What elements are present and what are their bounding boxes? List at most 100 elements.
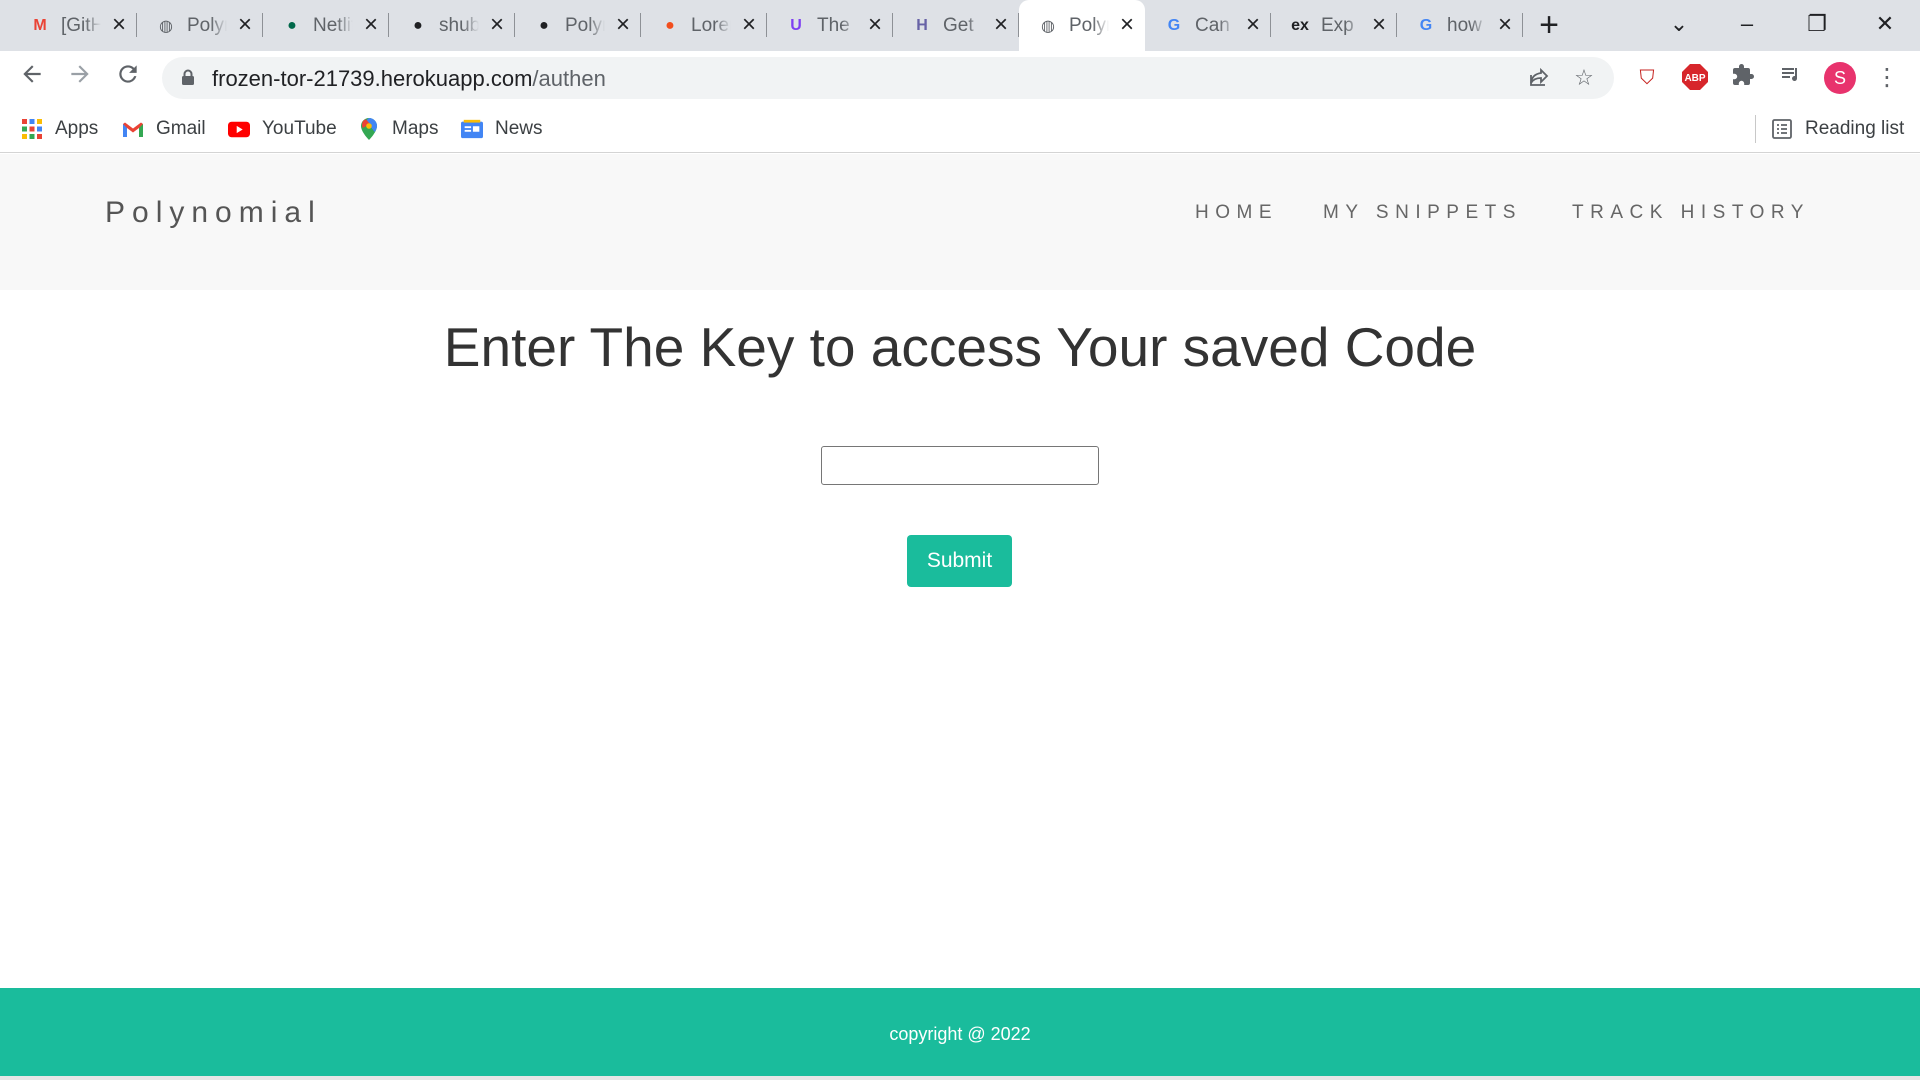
tab-separator (1522, 13, 1523, 37)
tab-close-icon[interactable]: × (1493, 13, 1517, 37)
footer-copyright: copyright @ 2022 (889, 1024, 1031, 1044)
bookmark-star-icon[interactable]: ☆ (1571, 65, 1597, 91)
nav-link-track-history[interactable]: TRACK HISTORY (1572, 202, 1810, 224)
browser-toolbar: frozen-tor-21739.herokuapp.com/authen ☆ … (0, 51, 1920, 105)
tab-title: how (1447, 15, 1487, 37)
google-icon: G (1419, 17, 1433, 34)
browser-tab[interactable]: ● Netlify × (263, 0, 389, 51)
tab-title: Polynomial (565, 15, 605, 37)
close-window-icon[interactable]: ✕ (1865, 8, 1905, 40)
url-host: frozen-tor-21739.herokuapp.com (212, 66, 533, 91)
share-icon[interactable] (1526, 65, 1552, 91)
browser-tab[interactable]: H Get × (893, 0, 1019, 51)
tab-title: [GitHub] (61, 15, 101, 37)
browser-tab[interactable]: Ghow × (1397, 0, 1523, 51)
url-text[interactable]: frozen-tor-21739.herokuapp.com/authen (212, 66, 606, 92)
bookmark-maps[interactable]: Maps (358, 113, 438, 145)
gmail-icon: M (33, 17, 47, 34)
tab-title: Polynomial (187, 15, 227, 37)
more-menu-icon[interactable]: ⋮ (1872, 63, 1902, 93)
bookmarks-divider (1755, 115, 1756, 143)
bookmark-apps[interactable]: Apps (21, 113, 98, 145)
bookmark-label: Apps (55, 118, 99, 139)
browser-tab[interactable]: U The × (767, 0, 893, 51)
youtube-icon (228, 118, 250, 140)
tab-close-icon[interactable]: × (611, 13, 635, 37)
address-bar[interactable]: frozen-tor-21739.herokuapp.com/authen ☆ (162, 57, 1614, 99)
ex-icon: ex (1291, 17, 1309, 34)
globe-icon: ◍ (1041, 18, 1055, 35)
forward-arrow-icon[interactable] (63, 61, 97, 95)
bookmark-news[interactable]: News (461, 113, 543, 145)
tab-title: Lorem (691, 15, 731, 37)
tab-close-icon[interactable]: × (1241, 13, 1265, 37)
tab-title: Can (1195, 15, 1235, 37)
tab-close-icon[interactable]: × (1115, 13, 1139, 37)
restore-icon[interactable]: ❐ (1797, 8, 1837, 40)
site-brand[interactable]: Polynomial (105, 196, 322, 230)
lock-icon[interactable] (182, 69, 194, 85)
u-logo-icon: U (790, 17, 802, 34)
extensions-puzzle-icon[interactable] (1728, 63, 1758, 93)
tab-title: Get (943, 15, 983, 37)
browser-tab[interactable]: ◍ Polynomial × (137, 0, 263, 51)
profile-avatar[interactable]: S (1824, 62, 1856, 94)
site-navbar: Polynomial HOME MY SNIPPETS TRACK HISTOR… (0, 154, 1920, 290)
reading-list-icon (1771, 118, 1793, 140)
tab-title: Netlify (313, 15, 353, 37)
bookmark-youtube[interactable]: YouTube (228, 113, 337, 145)
site-footer: copyright @ 2022 (0, 988, 1920, 1080)
bookmark-label: YouTube (262, 118, 337, 139)
minimize-icon[interactable]: – (1727, 8, 1767, 40)
tab-search-chevron-icon[interactable]: ⌄ (1659, 8, 1699, 40)
bookmark-label: Gmail (156, 118, 206, 139)
maps-pin-icon (358, 118, 380, 140)
browser-tab[interactable]: ● shubh × (389, 0, 515, 51)
browser-tab[interactable]: ex Exp × (1271, 0, 1397, 51)
browser-tab[interactable]: M [GitHub] × (11, 0, 137, 51)
bookmark-gmail[interactable]: Gmail (122, 113, 206, 145)
footer-bottom-border (0, 1076, 1920, 1080)
tab-close-icon[interactable]: × (107, 13, 131, 37)
browser-tab[interactable]: ● Polynomial × (515, 0, 641, 51)
browser-tab[interactable]: ◍ Polynomial × (1019, 0, 1145, 51)
page-title: Enter The Key to access Your saved Code (443, 316, 1477, 378)
tab-close-icon[interactable]: × (233, 13, 257, 37)
tab-title: Exp (1321, 15, 1361, 37)
tab-close-icon[interactable]: × (1367, 13, 1391, 37)
tab-close-icon[interactable]: × (737, 13, 761, 37)
adblock-plus-icon[interactable]: ABP (1680, 63, 1710, 93)
bookmarks-bar: Apps Gmail YouTube Maps News Reading lis… (0, 105, 1920, 153)
github-icon: ● (413, 17, 423, 34)
tab-close-icon[interactable]: × (863, 13, 887, 37)
tab-close-icon[interactable]: × (485, 13, 509, 37)
globe-icon: ◍ (159, 18, 173, 35)
pocket-extension-icon[interactable]: ⛉ (1632, 63, 1662, 93)
url-path: /authen (532, 66, 606, 91)
mongodb-leaf-icon: ● (287, 17, 297, 34)
figma-icon: ● (665, 17, 675, 34)
news-icon (461, 118, 483, 140)
reload-icon[interactable] (111, 61, 145, 95)
abp-label: ABP (1684, 73, 1705, 84)
new-tab-button[interactable]: + (1533, 8, 1565, 42)
apps-grid-icon (21, 118, 43, 140)
nav-link-my-snippets[interactable]: MY SNIPPETS (1323, 202, 1522, 224)
tab-strip: M [GitHub] × ◍ Polynomial × ● Netlify × ● shubh × ● P… (0, 0, 1920, 51)
back-arrow-icon[interactable] (15, 61, 49, 95)
browser-tab[interactable]: ● Lorem × (641, 0, 767, 51)
tab-title: shubh (439, 15, 479, 37)
key-input[interactable] (821, 446, 1099, 485)
tab-close-icon[interactable]: × (989, 13, 1013, 37)
tab-close-icon[interactable]: × (359, 13, 383, 37)
tab-title: Polynomial (1069, 15, 1109, 37)
submit-button[interactable]: Submit (907, 535, 1012, 587)
heroku-icon: H (916, 17, 928, 34)
github-icon: ● (539, 17, 549, 34)
reading-list-button[interactable]: Reading list (1771, 113, 1904, 145)
media-control-icon[interactable] (1776, 63, 1806, 93)
nav-link-home[interactable]: HOME (1195, 202, 1278, 224)
browser-tab[interactable]: G Can × (1145, 0, 1271, 51)
tab-title: The (817, 15, 857, 37)
gmail-icon (122, 118, 144, 140)
